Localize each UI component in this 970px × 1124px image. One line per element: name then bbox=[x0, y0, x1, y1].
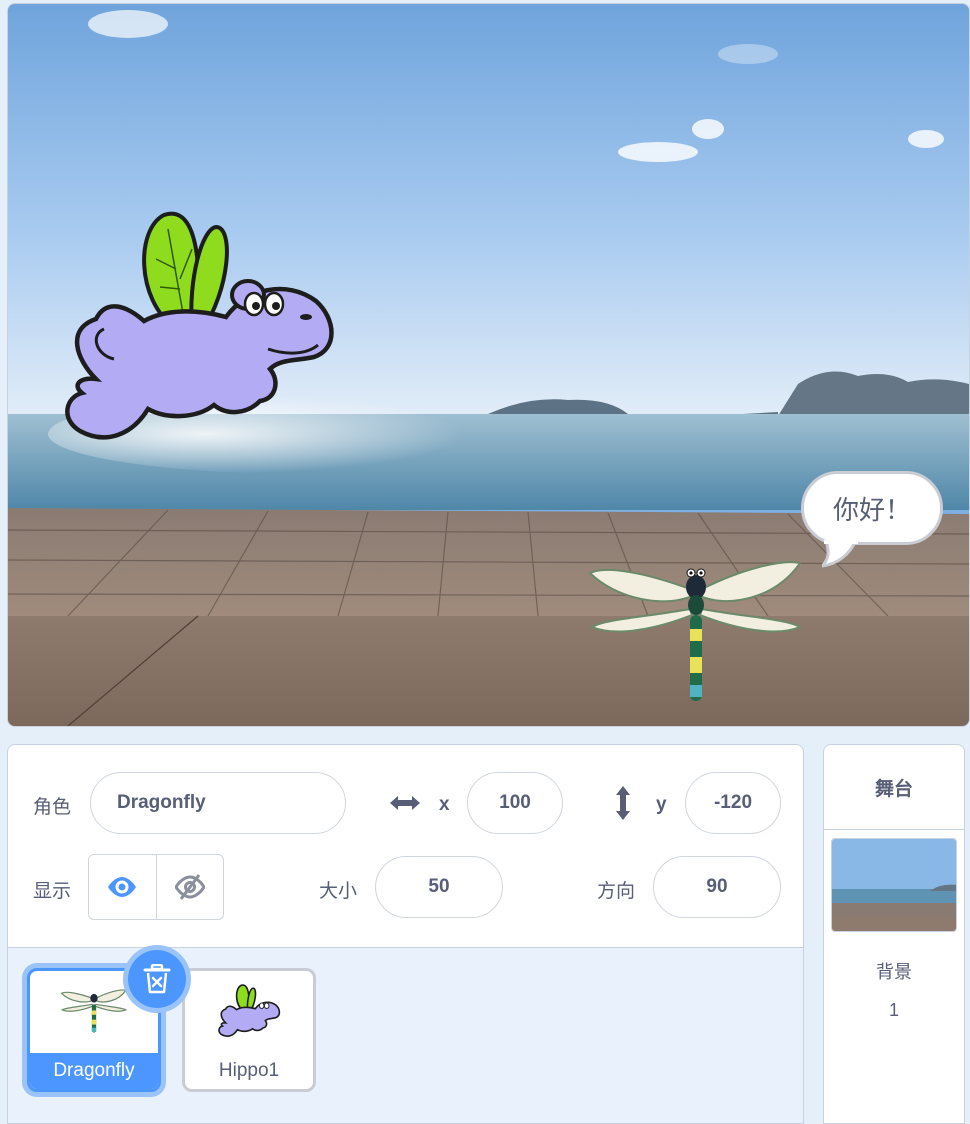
trash-icon bbox=[143, 964, 171, 994]
sprite-list: Dragonfly Hippo1 bbox=[8, 947, 803, 1123]
y-label: y bbox=[656, 794, 667, 815]
show-sprite-button[interactable] bbox=[89, 855, 156, 919]
x-label: x bbox=[439, 794, 450, 815]
speech-bubble: 你好！ bbox=[801, 471, 943, 545]
backdrop-thumbnail-image bbox=[832, 839, 956, 931]
eye-hidden-icon bbox=[174, 874, 205, 900]
hippo-thumbnail-icon bbox=[218, 984, 281, 1037]
hippo-sprite[interactable] bbox=[56, 209, 341, 454]
size-value: 50 bbox=[428, 876, 450, 897]
y-position-value: -120 bbox=[713, 792, 753, 813]
direction-label: 方向 bbox=[597, 880, 636, 902]
speech-bubble-tail bbox=[822, 540, 858, 568]
x-position-value: 100 bbox=[499, 792, 531, 813]
size-label: 大小 bbox=[319, 880, 358, 902]
sprite-name-input[interactable]: Dragonfly bbox=[90, 772, 346, 834]
eye-icon bbox=[108, 877, 137, 897]
backdrop-thumbnail bbox=[831, 838, 957, 932]
show-label: 显示 bbox=[33, 880, 72, 902]
x-position-input[interactable]: 100 bbox=[467, 772, 563, 834]
sprite-name-value: Dragonfly bbox=[117, 792, 206, 813]
delete-sprite-button[interactable] bbox=[128, 950, 186, 1008]
direction-value: 90 bbox=[706, 876, 728, 897]
dragonfly-thumbnail-icon bbox=[60, 989, 128, 1033]
sprite-tile-label: Hippo1 bbox=[218, 1060, 280, 1081]
sprite-info: 角色 Dragonfly x 100 y -120 显示 大小 50 方向 90 bbox=[8, 745, 803, 947]
horizontal-arrows-icon bbox=[390, 796, 420, 810]
size-input[interactable]: 50 bbox=[375, 856, 503, 918]
backdrop-count: 1 bbox=[888, 1000, 899, 1020]
sprite-tile-hippo1[interactable]: Hippo1 bbox=[182, 968, 316, 1092]
stage-canvas[interactable]: 你好！ bbox=[7, 3, 970, 727]
sprite-thumbnail bbox=[185, 971, 313, 1053]
direction-input[interactable]: 90 bbox=[653, 856, 781, 918]
stage-title: 舞台 bbox=[824, 745, 964, 830]
backdrop-label: 背景 bbox=[876, 962, 912, 983]
vertical-arrows-icon bbox=[616, 786, 630, 820]
stage-selector[interactable]: 舞台 背景 1 bbox=[823, 744, 965, 1124]
dragonfly-sprite[interactable] bbox=[586, 559, 806, 709]
hide-sprite-button[interactable] bbox=[155, 855, 224, 919]
visibility-toggle bbox=[88, 854, 224, 920]
y-position-input[interactable]: -120 bbox=[685, 772, 781, 834]
sprite-label: 角色 bbox=[33, 796, 72, 818]
sprite-info-panel: 角色 Dragonfly x 100 y -120 显示 大小 50 方向 90… bbox=[7, 744, 804, 1124]
sprite-tile-label: Dragonfly bbox=[30, 1053, 158, 1089]
